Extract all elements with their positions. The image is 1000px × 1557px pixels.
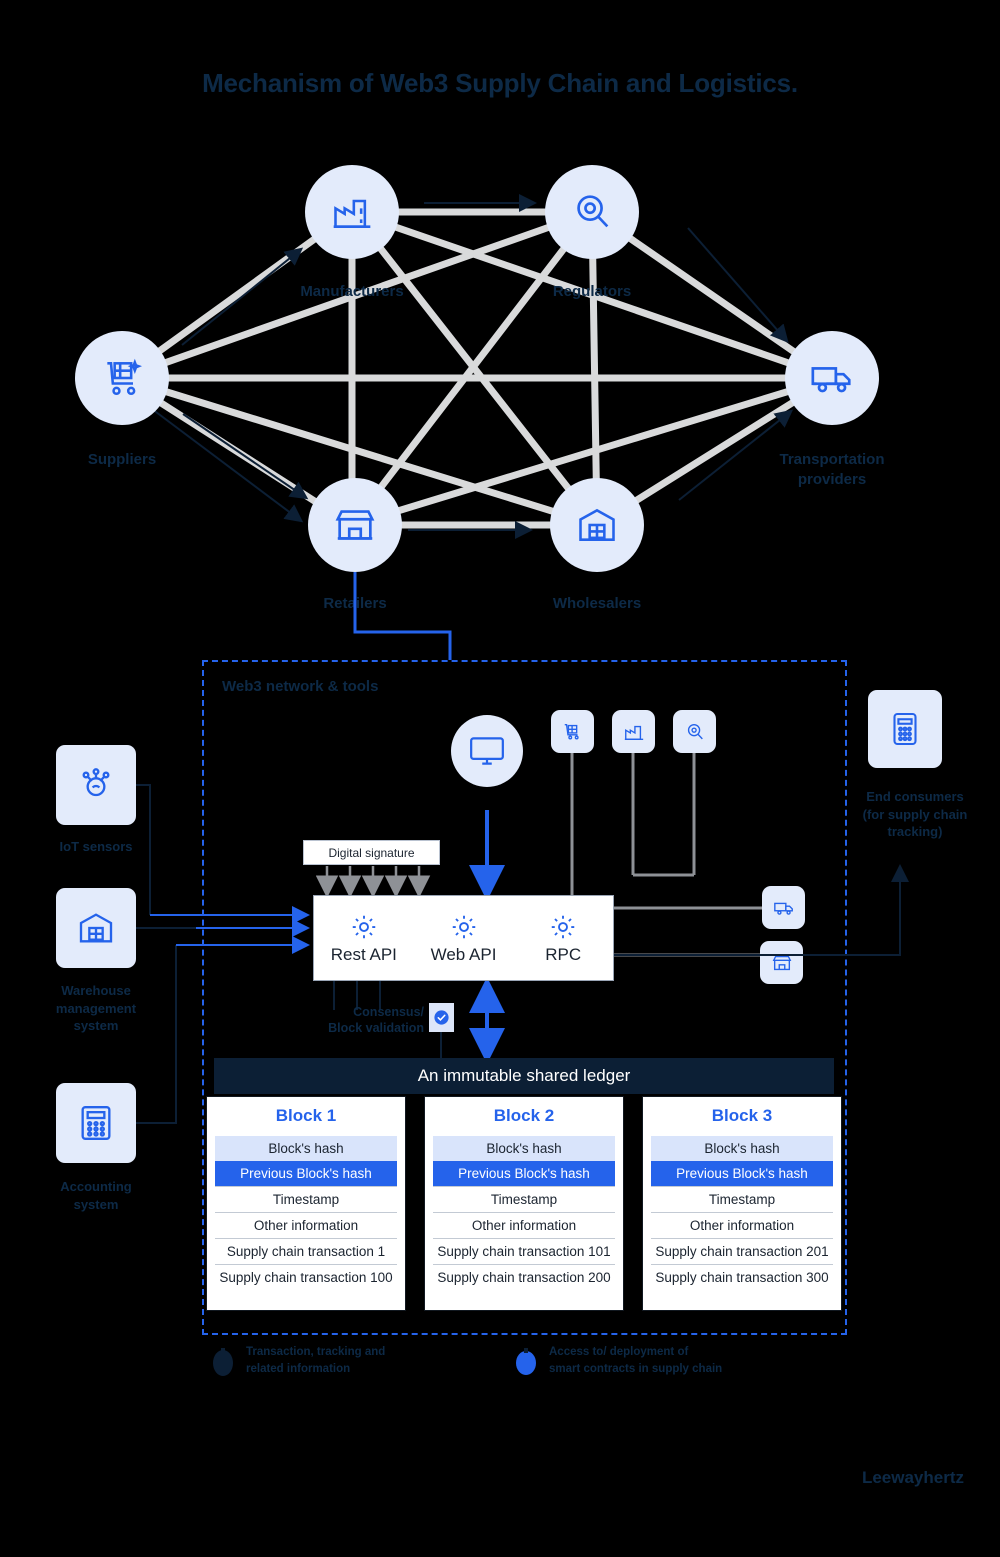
warehouse-icon bbox=[79, 913, 113, 943]
watermark: Leewayhertz bbox=[861, 1468, 964, 1487]
gear-icon bbox=[352, 915, 376, 938]
icon-manufacturer-small[interactable] bbox=[612, 710, 655, 753]
api-label-rest: Rest API bbox=[330, 944, 397, 964]
magnifier-icon bbox=[577, 195, 609, 228]
node-monitor[interactable] bbox=[451, 715, 523, 787]
block-row-prev-hash: Previous Block's hash bbox=[651, 1161, 833, 1186]
block-row-prev-hash: Previous Block's hash bbox=[433, 1161, 615, 1186]
node-label-transportation: Transportation providers bbox=[779, 451, 885, 489]
block-row-other: Other information bbox=[651, 1212, 833, 1238]
block-row-other: Other information bbox=[433, 1212, 615, 1238]
block-card[interactable]: Block 1 Block's hash Previous Block's ha… bbox=[206, 1096, 406, 1311]
system-label-wms: Warehouse management system bbox=[55, 983, 137, 1034]
block-card[interactable]: Block 2 Block's hash Previous Block's ha… bbox=[424, 1096, 624, 1311]
store-icon bbox=[772, 955, 791, 970]
diagram-canvas: Mechanism of Web3 Supply Chain and Logis… bbox=[0, 0, 1000, 1557]
ledger-blocks: Block 1 Block's hash Previous Block's ha… bbox=[206, 1096, 842, 1311]
page-title: Mechanism of Web3 Supply Chain and Logis… bbox=[202, 68, 798, 98]
api-label-rpc: RPC bbox=[545, 944, 582, 964]
system-label-consumers: End consumers (for supply chain tracking… bbox=[862, 789, 968, 840]
block-row-tx-first: Supply chain transaction 1 bbox=[215, 1238, 397, 1264]
api-item-web[interactable]: Web API bbox=[414, 896, 514, 980]
web3-network-label: Web3 network & tools bbox=[222, 678, 379, 695]
block-title: Block 1 bbox=[275, 1106, 337, 1125]
gear-icon bbox=[452, 915, 475, 938]
node-manufacturers[interactable] bbox=[305, 165, 399, 259]
magnifier-icon bbox=[687, 723, 703, 739]
cart-icon bbox=[107, 358, 143, 396]
block-row-tx-first: Supply chain transaction 201 bbox=[651, 1238, 833, 1264]
system-label-accounting: Accounting system bbox=[60, 1179, 132, 1212]
calculator-icon bbox=[81, 1106, 111, 1140]
node-retailers[interactable] bbox=[308, 478, 402, 572]
system-end-consumers[interactable] bbox=[868, 690, 942, 768]
node-transportation[interactable] bbox=[785, 331, 879, 425]
consensus-label: Consensus/ Block validation bbox=[328, 1005, 424, 1035]
icon-supplier-small[interactable] bbox=[551, 710, 594, 753]
store-icon bbox=[335, 510, 375, 540]
legend-item-transactions: Transaction, tracking and related inform… bbox=[210, 1344, 385, 1385]
node-label-regulators: Regulators bbox=[552, 283, 632, 300]
icon-retail-small[interactable] bbox=[760, 941, 803, 984]
block-row-other: Other information bbox=[215, 1212, 397, 1238]
block-card[interactable]: Block 3 Block's hash Previous Block's ha… bbox=[642, 1096, 842, 1311]
icon-transport-small[interactable] bbox=[762, 886, 805, 929]
node-suppliers[interactable] bbox=[75, 331, 169, 425]
block-row-timestamp: Timestamp bbox=[433, 1186, 615, 1212]
block-row-hash: Block's hash bbox=[215, 1136, 397, 1161]
block-row-hash: Block's hash bbox=[651, 1136, 833, 1161]
api-item-rpc[interactable]: RPC bbox=[513, 896, 613, 980]
system-accounting[interactable] bbox=[56, 1083, 136, 1163]
block-title: Block 3 bbox=[711, 1106, 773, 1125]
block-row-tx-last: Supply chain transaction 200 bbox=[433, 1264, 615, 1290]
node-wholesalers[interactable] bbox=[550, 478, 644, 572]
system-iot-sensors[interactable] bbox=[56, 745, 136, 825]
node-marker-icon bbox=[213, 1348, 233, 1376]
block-row-tx-last: Supply chain transaction 100 bbox=[215, 1264, 397, 1290]
api-label-web: Web API bbox=[430, 944, 497, 964]
digital-signature-box: Digital signature bbox=[303, 840, 440, 865]
dot-marker-icon bbox=[513, 1346, 539, 1385]
legend-item-smart-contracts: Access to/ deployment of smart contracts… bbox=[513, 1344, 722, 1385]
api-bar: Rest API Web API RPC bbox=[313, 895, 614, 981]
legend: Transaction, tracking and related inform… bbox=[210, 1340, 850, 1400]
block-row-tx-last: Supply chain transaction 300 bbox=[651, 1264, 833, 1290]
block-row-tx-first: Supply chain transaction 101 bbox=[433, 1238, 615, 1264]
block-row-timestamp: Timestamp bbox=[651, 1186, 833, 1212]
system-label-iot: IoT sensors bbox=[59, 839, 133, 854]
legend-text-transactions: Transaction, tracking and related inform… bbox=[246, 1346, 386, 1375]
iot-sensor-icon bbox=[82, 768, 110, 797]
block-row-hash: Block's hash bbox=[433, 1136, 615, 1161]
check-icon bbox=[434, 1010, 449, 1025]
icon-regulator-small[interactable] bbox=[673, 710, 716, 753]
cart-icon bbox=[564, 723, 579, 739]
dot-marker-icon bbox=[516, 1348, 536, 1375]
check-badge-icon bbox=[429, 1003, 454, 1032]
node-label-retailers: Retailers bbox=[323, 595, 387, 612]
legend-text-smart-contracts: Access to/ deployment of smart contracts… bbox=[549, 1346, 723, 1375]
monitor-icon bbox=[470, 737, 504, 765]
truck-icon bbox=[773, 902, 793, 915]
gear-icon bbox=[551, 915, 575, 938]
api-item-rest[interactable]: Rest API bbox=[314, 896, 414, 980]
mobile-icon bbox=[893, 712, 917, 746]
factory-icon bbox=[624, 725, 643, 740]
truck-icon bbox=[811, 367, 851, 393]
factory-icon bbox=[333, 199, 371, 228]
block-row-prev-hash: Previous Block's hash bbox=[215, 1161, 397, 1186]
system-warehouse-management[interactable] bbox=[56, 888, 136, 968]
node-label-manufacturers: Manufacturers bbox=[300, 283, 404, 300]
warehouse-icon bbox=[579, 508, 615, 541]
block-row-timestamp: Timestamp bbox=[215, 1186, 397, 1212]
node-regulators[interactable] bbox=[545, 165, 639, 259]
ledger-header: An immutable shared ledger bbox=[214, 1058, 834, 1094]
node-label-wholesalers: Wholesalers bbox=[552, 595, 642, 612]
block-title: Block 2 bbox=[493, 1106, 555, 1125]
node-label-suppliers: Suppliers bbox=[87, 451, 157, 468]
node-marker-icon bbox=[210, 1346, 236, 1385]
